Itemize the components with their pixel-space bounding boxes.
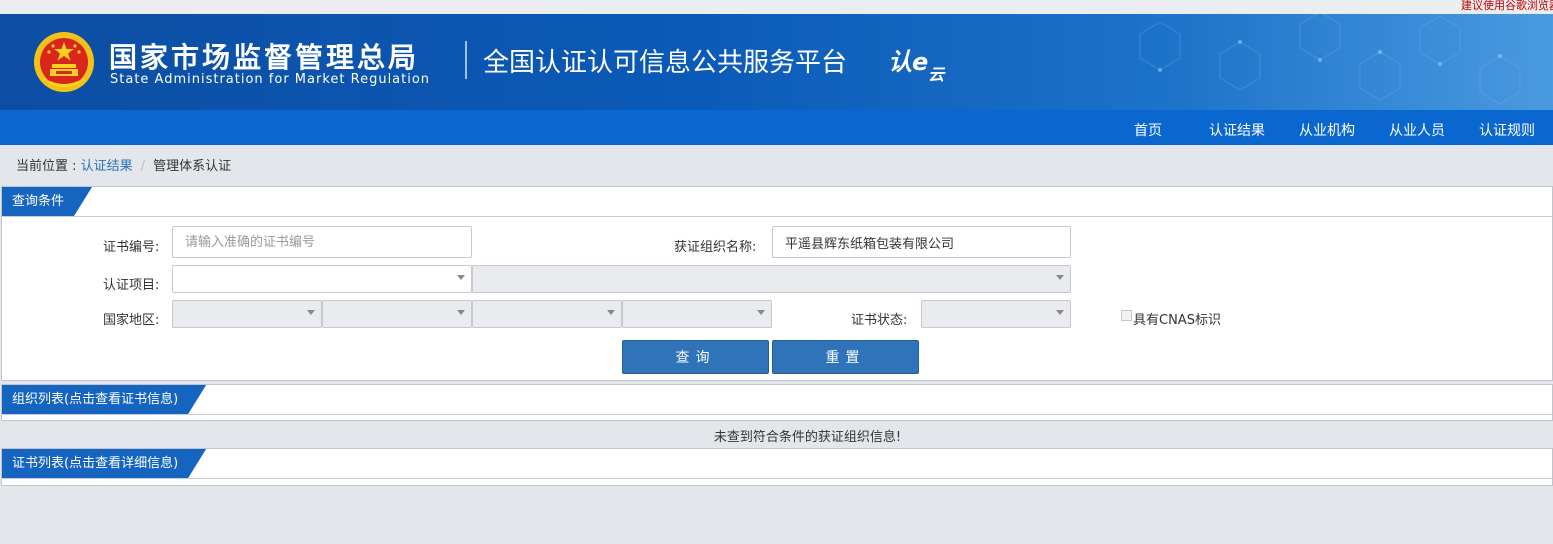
chevron-down-icon	[307, 310, 315, 315]
platform-logo-sub: 云	[928, 65, 945, 84]
reset-button[interactable]: 重置	[772, 340, 919, 374]
cert-project-label: 认证项目:	[103, 278, 160, 293]
chevron-down-icon	[757, 310, 765, 315]
region-select-1[interactable]	[172, 300, 322, 328]
region-select-2[interactable]	[322, 300, 472, 328]
chevron-down-icon	[1056, 310, 1064, 315]
cert-no-label: 证书编号:	[103, 240, 160, 255]
breadcrumb-prefix: 当前位置 :	[16, 159, 81, 174]
nav-cert-results[interactable]: 认证结果	[1209, 120, 1265, 140]
chevron-down-icon	[607, 310, 615, 315]
search-button[interactable]: 查询	[622, 340, 769, 374]
region-label: 国家地区:	[103, 313, 160, 328]
org-list-panel-header: 组织列表(点击查看证书信息)	[2, 385, 1552, 415]
main-nav: 首页 认证结果 从业机构 从业人员 认证规则	[0, 110, 1553, 145]
platform-logo-main: 认e	[888, 48, 929, 76]
region-select-3[interactable]	[472, 300, 622, 328]
query-panel: 查询条件 证书编号: 获证组织名称: 认证项目: 国家地区: 证书状态: 具有C…	[1, 186, 1553, 381]
hexagon-pattern-decoration	[1139, 14, 1521, 105]
cert-no-input[interactable]	[172, 226, 472, 258]
nav-practitioners[interactable]: 从业人员	[1389, 120, 1445, 140]
cert-project-subselect[interactable]	[472, 265, 1071, 293]
national-emblem-icon	[34, 32, 94, 92]
breadcrumb-link-cert-results[interactable]: 认证结果	[81, 159, 133, 174]
query-panel-header: 查询条件	[2, 187, 1552, 217]
query-panel-title: 查询条件	[2, 187, 92, 216]
breadcrumb-separator: /	[140, 159, 146, 174]
org-list-empty-message: 未查到符合条件的获证组织信息!	[713, 430, 902, 445]
chevron-down-icon	[457, 275, 465, 280]
cert-list-panel-header: 证书列表(点击查看详细信息)	[2, 449, 1552, 479]
cnas-label: 具有CNAS标识	[1133, 313, 1221, 328]
cnas-checkbox[interactable]	[1121, 310, 1132, 321]
nav-home[interactable]: 首页	[1134, 120, 1162, 140]
org-list-panel: 组织列表(点击查看证书信息)	[1, 384, 1553, 421]
cert-project-select[interactable]	[172, 265, 472, 293]
org-name-input[interactable]	[772, 226, 1071, 258]
chevron-down-icon	[457, 310, 465, 315]
nav-cert-rules[interactable]: 认证规则	[1479, 120, 1535, 140]
region-select-4[interactable]	[622, 300, 772, 328]
breadcrumb-current: 管理体系认证	[153, 159, 232, 174]
browser-notice: 建议使用谷歌浏览器	[1461, 0, 1553, 12]
top-strip: 建议使用谷歌浏览器	[0, 0, 1553, 14]
cert-status-label: 证书状态:	[851, 313, 908, 328]
org-name-cn: 国家市场监督管理总局	[109, 41, 420, 74]
header-divider	[465, 41, 467, 79]
cert-list-panel-title: 证书列表(点击查看详细信息)	[2, 449, 206, 478]
platform-logo: 认e云	[888, 42, 944, 84]
cert-list-panel: 证书列表(点击查看详细信息)	[1, 448, 1553, 486]
org-name-label: 获证组织名称:	[674, 240, 757, 255]
nav-institutions[interactable]: 从业机构	[1299, 120, 1355, 140]
cert-status-select[interactable]	[921, 300, 1071, 328]
header-banner: 国家市场监督管理总局 State Administration for Mark…	[0, 14, 1553, 110]
org-list-panel-title: 组织列表(点击查看证书信息)	[2, 385, 206, 414]
chevron-down-icon	[1056, 275, 1064, 280]
org-name-en: State Administration for Market Regulati…	[110, 72, 431, 87]
breadcrumb: 当前位置 : 认证结果 / 管理体系认证	[16, 155, 231, 174]
platform-title: 全国认证认可信息公共服务平台	[483, 48, 848, 78]
